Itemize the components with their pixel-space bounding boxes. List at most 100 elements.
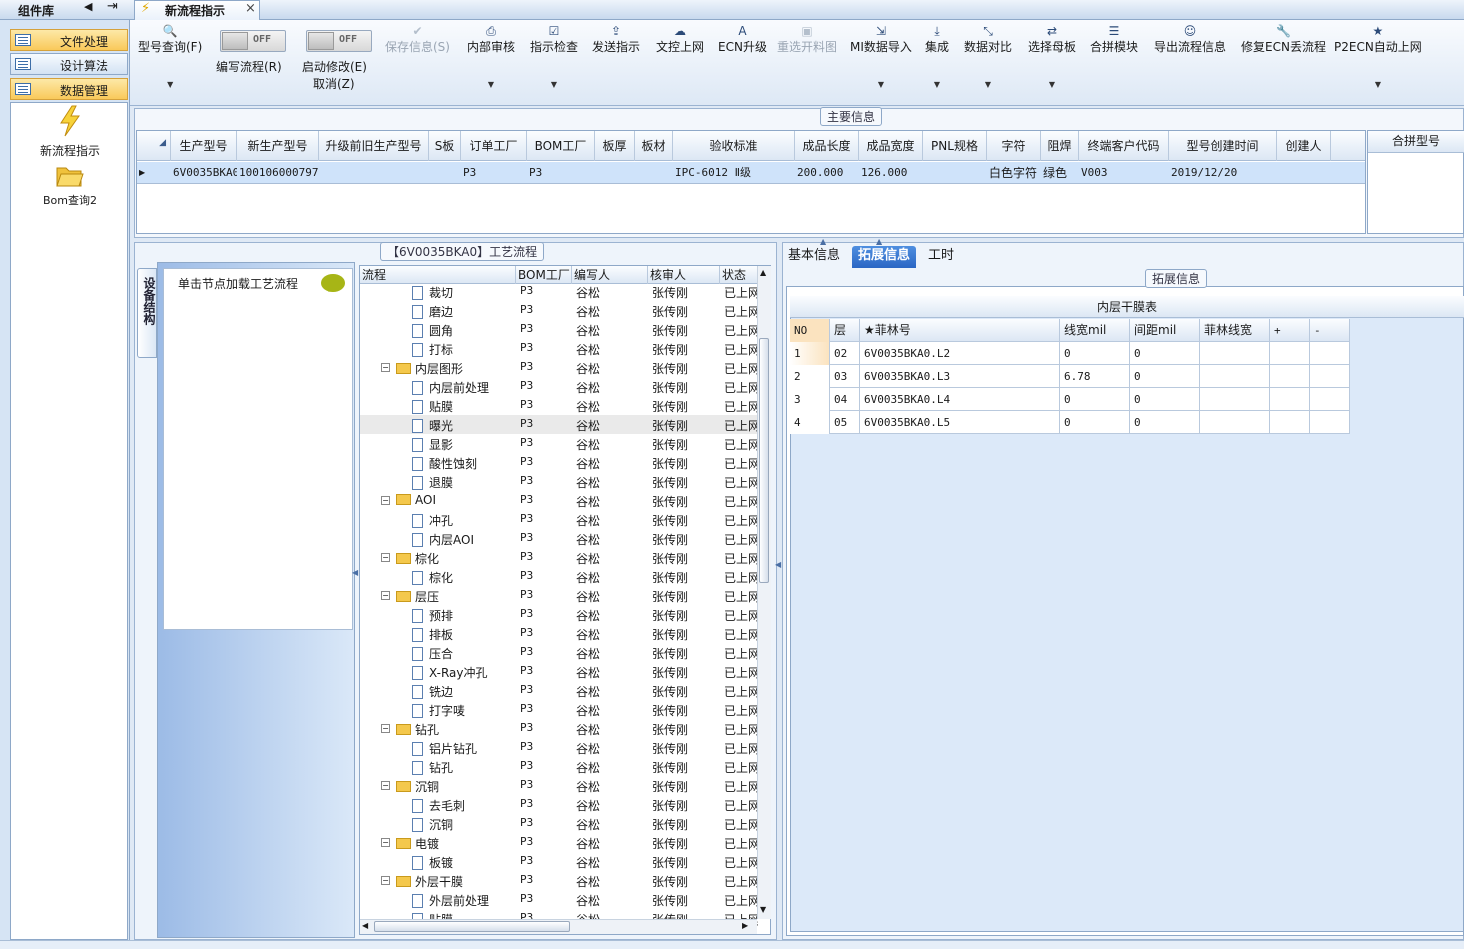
grid-cell[interactable] <box>321 162 429 184</box>
tree-row[interactable]: − 外层干膜 P3 谷松 张传刚 已上网 <box>360 871 760 890</box>
tree-row[interactable]: 棕化 P3 谷松 张传刚 已上网 <box>360 567 760 586</box>
ecn-upgrade-button[interactable]: A ECN升级 <box>718 24 767 55</box>
select-mother-button[interactable]: ⇄ 选择母板 ▼ <box>1028 24 1076 89</box>
table-row[interactable]: ▶ 6V0035BKA010010600079741 P3P3 IPC-6012 Ⅱ级… <box>137 162 1365 184</box>
tree-row[interactable]: 磨边 P3 谷松 张传刚 已上网 <box>360 301 760 320</box>
table-cell[interactable] <box>1310 342 1350 365</box>
table-cell[interactable]: 4 <box>790 411 830 434</box>
collapse-toggle-icon[interactable]: − <box>381 553 390 562</box>
grid-cell[interactable] <box>597 162 635 184</box>
tree-row[interactable]: 内层AOI P3 谷松 张传刚 已上网 <box>360 529 760 548</box>
chevron-down-icon[interactable]: ▼ <box>167 80 173 89</box>
tree-row[interactable]: 铣边 P3 谷松 张传刚 已上网 <box>360 681 760 700</box>
tool-new-flow[interactable]: 新流程指示 <box>11 105 129 159</box>
scrollbar-thumb[interactable] <box>374 921 570 932</box>
internal-review-button[interactable]: ⎙ 内部审核 ▼ <box>467 24 515 89</box>
tab-device-structure[interactable]: 设备结构 <box>137 268 157 358</box>
collapse-toggle-icon[interactable]: − <box>381 363 390 372</box>
column-header[interactable]: 终端客户代码 <box>1079 131 1169 161</box>
collapse-toggle-icon[interactable]: − <box>381 496 390 505</box>
grid-cell[interactable] <box>431 162 461 184</box>
pin-icon[interactable]: ⇥ <box>107 0 118 14</box>
cancel-button[interactable]: 取消(Z) <box>313 75 355 92</box>
chevron-down-icon[interactable]: ▼ <box>551 80 557 89</box>
tree-row[interactable]: − 沉铜 P3 谷松 张传刚 已上网 <box>360 776 760 795</box>
panel-module-button[interactable]: ☰ 合拼模块 <box>1090 24 1138 55</box>
tree-row[interactable]: − 层压 P3 谷松 张传刚 已上网 <box>360 586 760 605</box>
tree-row[interactable]: − AOI P3 谷松 张传刚 已上网 <box>360 491 760 510</box>
table-cell[interactable]: 3 <box>790 388 830 411</box>
tree-row[interactable]: − 棕化 P3 谷松 张传刚 已上网 <box>360 548 760 567</box>
column-header[interactable]: 成品长度 <box>795 131 859 161</box>
table-cell[interactable]: 0 <box>1130 342 1200 365</box>
grid-cell[interactable]: 6V0035BKA0 <box>173 162 237 184</box>
column-header[interactable]: 线宽mil <box>1060 319 1130 342</box>
table-row[interactable]: 3 04 6V0035BKA0.L4 0 0 <box>790 388 1350 411</box>
doc-online-button[interactable]: ☁ 文控上网 <box>656 24 704 55</box>
table-cell[interactable] <box>1200 342 1270 365</box>
scroll-down-icon[interactable]: ▼ <box>760 905 766 914</box>
column-header[interactable]: 验收标准 <box>673 131 795 161</box>
tree-row[interactable]: 板镀 P3 谷松 张传刚 已上网 <box>360 852 760 871</box>
column-header[interactable]: 菲林线宽 <box>1200 319 1270 342</box>
grid-cell[interactable]: IPC-6012 Ⅱ级 <box>675 162 795 184</box>
splitter-collapse-icon[interactable]: ◀ <box>775 560 781 569</box>
table-cell[interactable]: 6V0035BKA0.L4 <box>860 388 1060 411</box>
column-header[interactable]: - <box>1310 319 1350 342</box>
collapse-toggle-icon[interactable]: − <box>381 838 390 847</box>
column-header[interactable]: 层 <box>830 319 860 342</box>
chevron-down-icon[interactable]: ▼ <box>934 80 940 89</box>
export-flow-button[interactable]: ☺ 导出流程信息 <box>1154 24 1226 55</box>
collapse-toggle-icon[interactable]: − <box>381 876 390 885</box>
reselect-cutting-button[interactable]: ▣ 重选开料图 <box>777 24 837 55</box>
tree-row[interactable]: 酸性蚀刻 P3 谷松 张传刚 已上网 <box>360 453 760 472</box>
table-cell[interactable] <box>1310 411 1350 434</box>
collapse-left-icon[interactable]: ◀ <box>84 0 92 13</box>
table-cell[interactable]: 6V0035BKA0.L3 <box>860 365 1060 388</box>
column-header[interactable]: 订单工厂 <box>461 131 527 161</box>
tree-row[interactable]: 压合 P3 谷松 张传刚 已上网 <box>360 643 760 662</box>
table-cell[interactable]: 0 <box>1130 411 1200 434</box>
scroll-up-icon[interactable]: ▲ <box>760 268 766 277</box>
table-cell[interactable] <box>1270 411 1310 434</box>
column-header[interactable]: 生产型号 <box>171 131 237 161</box>
column-header[interactable]: NO <box>790 319 830 342</box>
category-file-processing[interactable]: 文件处理 <box>10 29 128 51</box>
device-tree[interactable]: 单击节点加载工艺流程 <box>163 268 353 630</box>
table-cell[interactable]: 04 <box>830 388 860 411</box>
tree-row[interactable]: 退膜 P3 谷松 张传刚 已上网 <box>360 472 760 491</box>
table-cell[interactable]: 6.78 <box>1060 365 1130 388</box>
splitter-collapse-icon[interactable]: ▲ <box>876 237 882 246</box>
table-cell[interactable] <box>1270 388 1310 411</box>
scroll-right-icon[interactable]: ▶ <box>742 921 748 930</box>
tree-row[interactable]: 钻孔 P3 谷松 张传刚 已上网 <box>360 757 760 776</box>
close-icon[interactable]: × <box>245 1 256 16</box>
category-design-algorithm[interactable]: 设计算法 <box>10 53 128 75</box>
tree-row[interactable]: 外层前处理 P3 谷松 张传刚 已上网 <box>360 890 760 909</box>
chevron-down-icon[interactable]: ▼ <box>878 80 884 89</box>
grid-cell[interactable]: 2019/12/20 <box>1171 162 1277 184</box>
fix-ecn-button[interactable]: 🔧 修复ECN丢流程 <box>1241 24 1326 55</box>
tree-row[interactable]: 去毛刺 P3 谷松 张传刚 已上网 <box>360 795 760 814</box>
tree-row[interactable]: X-Ray冲孔 P3 谷松 张传刚 已上网 <box>360 662 760 681</box>
grid-cell[interactable]: 10010600079741 <box>239 162 319 184</box>
table-cell[interactable] <box>1200 365 1270 388</box>
tool-bom-query[interactable]: Bom查询2 <box>11 163 129 208</box>
column-header[interactable]: BOM工厂 <box>527 131 595 161</box>
column-header[interactable]: 新生产型号 <box>237 131 319 161</box>
tree-row[interactable]: 曝光 P3 谷松 张传刚 已上网 <box>360 415 760 434</box>
table-row[interactable]: 4 05 6V0035BKA0.L5 0 0 <box>790 411 1350 434</box>
send-instruction-button[interactable]: ⇪ 发送指示 <box>592 24 640 55</box>
tree-row[interactable]: − 内层图形 P3 谷松 张传刚 已上网 <box>360 358 760 377</box>
column-header[interactable]: 成品宽度 <box>859 131 923 161</box>
column-header[interactable]: + <box>1270 319 1310 342</box>
table-cell[interactable]: 1 <box>790 342 830 365</box>
table-row[interactable]: 2 03 6V0035BKA0.L3 6.78 0 <box>790 365 1350 388</box>
start-modify-toggle[interactable]: OFF <box>306 30 372 52</box>
chevron-down-icon[interactable]: ▼ <box>488 80 494 89</box>
collapse-toggle-icon[interactable]: − <box>381 781 390 790</box>
table-row[interactable]: 1 02 6V0035BKA0.L2 0 0 <box>790 342 1350 365</box>
tree-row[interactable]: 预排 P3 谷松 张传刚 已上网 <box>360 605 760 624</box>
collapse-toggle-icon[interactable]: − <box>381 724 390 733</box>
tree-row[interactable]: − 电镀 P3 谷松 张传刚 已上网 <box>360 833 760 852</box>
